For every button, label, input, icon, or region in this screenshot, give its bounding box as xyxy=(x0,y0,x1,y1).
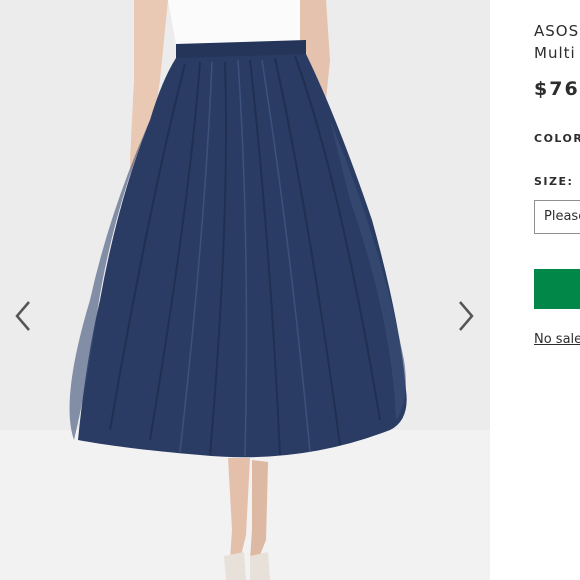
no-sales-note[interactable]: No sales xyxy=(534,332,580,347)
product-title-line-1: ASOS xyxy=(534,22,580,40)
product-photo xyxy=(69,0,407,580)
next-image-button[interactable] xyxy=(451,296,481,336)
product-info-panel: ASOS Multi $76. COLOR SIZE: Please No sa… xyxy=(490,0,580,580)
chevron-right-icon xyxy=(459,301,474,331)
size-label: SIZE: xyxy=(534,175,574,188)
chevron-left-icon xyxy=(15,301,30,331)
color-label: COLOR xyxy=(534,132,580,145)
add-to-bag-button[interactable] xyxy=(534,269,580,309)
product-image-gallery xyxy=(0,0,490,580)
previous-image-button[interactable] xyxy=(8,296,38,336)
product-title-line-2: Multi xyxy=(534,44,576,62)
product-title: ASOS Multi xyxy=(534,20,579,64)
size-select[interactable]: Please xyxy=(534,200,580,234)
product-price: $76. xyxy=(534,78,580,100)
